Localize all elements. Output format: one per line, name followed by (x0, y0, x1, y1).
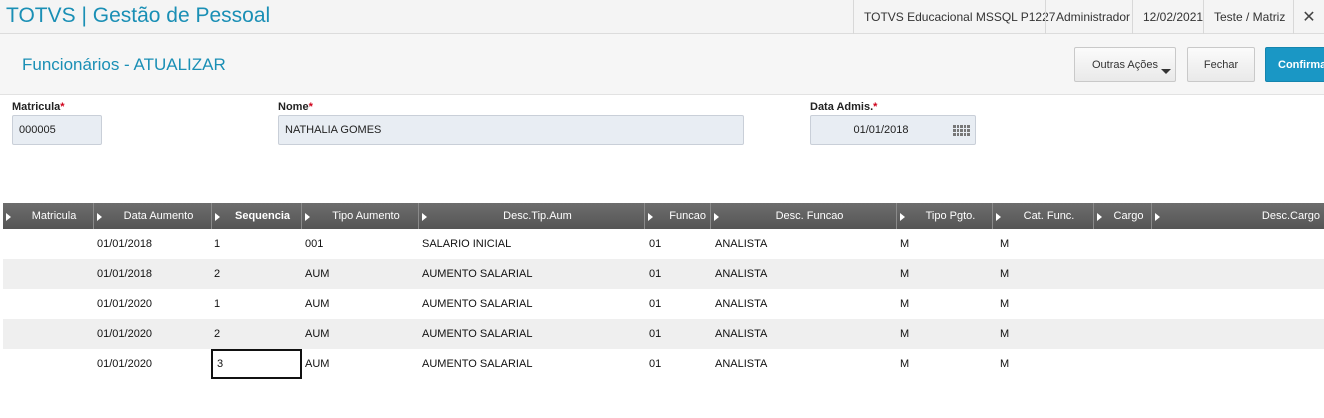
cell-funcao[interactable]: 01 (649, 349, 661, 379)
page-title: Funcionários - ATUALIZAR (22, 55, 226, 74)
confirm-button[interactable]: Confirmar (1265, 47, 1324, 82)
cell-desc-tip-aum[interactable]: SALARIO INICIAL (422, 229, 511, 259)
cell-tipo-aumento[interactable]: AUM (305, 259, 329, 289)
table-row[interactable]: 01/01/2020 2 AUM AUMENTO SALARIAL 01 ANA… (3, 319, 1324, 349)
cell-funcao[interactable]: 01 (649, 259, 661, 289)
data-admis-field[interactable]: 01/01/2018 (810, 115, 976, 145)
cell-data-aumento[interactable]: 01/01/2020 (97, 319, 152, 349)
sort-arrow-icon (714, 213, 719, 221)
cell-sequencia[interactable]: 2 (214, 259, 220, 289)
table-row[interactable]: 01/01/2018 1 001 SALARIO INICIAL 01 ANAL… (3, 229, 1324, 259)
sort-arrow-icon (422, 213, 427, 221)
sort-arrow-icon (648, 213, 653, 221)
cell-desc-funcao[interactable]: ANALISTA (715, 289, 767, 319)
cell-desc-funcao[interactable]: ANALISTA (715, 229, 767, 259)
cell-tipo-aumento[interactable]: AUM (305, 289, 329, 319)
cell-sequencia[interactable]: 1 (214, 229, 220, 259)
cell-tipo-pgto[interactable]: M (900, 229, 909, 259)
data-admis-label: Data Admis.* (810, 101, 878, 113)
date-label[interactable]: 12/02/2021 (1132, 0, 1203, 34)
column-header-tipo-aumento[interactable]: Tipo Aumento (302, 203, 419, 229)
cell-desc-tip-aum[interactable]: AUMENTO SALARIAL (422, 349, 532, 379)
cell-desc-funcao[interactable]: ANALISTA (715, 319, 767, 349)
cell-tipo-aumento[interactable]: 001 (305, 229, 323, 259)
cell-tipo-aumento[interactable]: AUM (305, 319, 329, 349)
sort-arrow-icon (996, 213, 1001, 221)
cell-tipo-pgto[interactable]: M (900, 289, 909, 319)
sort-arrow-icon (6, 213, 11, 221)
cell-cat-func[interactable]: M (1000, 349, 1009, 379)
cell-sequencia-editor[interactable]: 3 (211, 349, 302, 379)
cell-data-aumento[interactable]: 01/01/2020 (97, 349, 152, 379)
cell-desc-funcao[interactable]: ANALISTA (715, 349, 767, 379)
sort-arrow-icon (305, 213, 310, 221)
column-header-funcao[interactable]: Funcao (645, 203, 711, 229)
cell-cat-func[interactable]: M (1000, 259, 1009, 289)
close-button[interactable]: Fechar (1187, 47, 1255, 82)
more-actions-button[interactable]: Outras Ações (1074, 47, 1176, 82)
cell-desc-tip-aum[interactable]: AUMENTO SALARIAL (422, 319, 532, 349)
sort-arrow-icon (97, 213, 102, 221)
matricula-label: Matricula* (12, 101, 65, 113)
data-admis-value: 01/01/2018 (853, 124, 909, 136)
cell-cat-func[interactable]: M (1000, 289, 1009, 319)
cell-funcao[interactable]: 01 (649, 289, 661, 319)
cell-tipo-pgto[interactable]: M (900, 259, 909, 289)
cell-data-aumento[interactable]: 01/01/2018 (97, 259, 152, 289)
column-header-desc-cargo[interactable]: Desc.Cargo (1152, 203, 1324, 229)
user-label[interactable]: Administrador (1045, 0, 1132, 34)
sort-arrow-icon (1097, 213, 1102, 221)
branch-label[interactable]: Teste / Matriz (1203, 0, 1293, 34)
column-header-matricula[interactable]: Matricula (3, 203, 94, 229)
more-actions-label: Outras Ações (1091, 58, 1159, 71)
table-row[interactable]: 01/01/2020 1 AUM AUMENTO SALARIAL 01 ANA… (3, 289, 1324, 319)
cell-desc-funcao[interactable]: ANALISTA (715, 259, 767, 289)
cell-desc-tip-aum[interactable]: AUMENTO SALARIAL (422, 289, 532, 319)
cell-data-aumento[interactable]: 01/01/2020 (97, 289, 152, 319)
top-bar: TOTVS | Gestão de Pessoal TOTVS Educacio… (0, 0, 1324, 34)
cell-sequencia[interactable]: 1 (214, 289, 220, 319)
cell-funcao[interactable]: 01 (649, 319, 661, 349)
chevron-down-icon (1161, 69, 1171, 74)
cell-cat-func[interactable]: M (1000, 319, 1009, 349)
cell-tipo-pgto[interactable]: M (900, 319, 909, 349)
column-header-desc-funcao[interactable]: Desc. Funcao (711, 203, 897, 229)
calendar-icon[interactable] (953, 125, 970, 136)
cell-cat-func[interactable]: M (1000, 229, 1009, 259)
column-header-tipo-pgto[interactable]: Tipo Pgto. (897, 203, 993, 229)
cell-funcao[interactable]: 01 (649, 229, 661, 259)
matricula-field[interactable]: 000005 (12, 115, 102, 145)
column-header-data-aumento[interactable]: Data Aumento (94, 203, 212, 229)
sort-arrow-icon (215, 213, 220, 221)
grid-header: Matricula Data Aumento Sequencia Tipo Au… (3, 203, 1324, 229)
data-grid[interactable]: Matricula Data Aumento Sequencia Tipo Au… (3, 203, 1324, 418)
page-header: Funcionários - ATUALIZAR Outras Ações Fe… (0, 34, 1324, 95)
cell-tipo-pgto[interactable]: M (900, 349, 909, 379)
cell-data-aumento[interactable]: 01/01/2018 (97, 229, 152, 259)
cell-tipo-aumento[interactable]: AUM (305, 349, 329, 379)
column-header-sequencia[interactable]: Sequencia (212, 203, 302, 229)
cell-sequencia[interactable]: 2 (214, 319, 220, 349)
column-header-desc-tip-aum[interactable]: Desc.Tip.Aum (419, 203, 645, 229)
sort-arrow-icon (900, 213, 905, 221)
nome-field[interactable]: NATHALIA GOMES (278, 115, 744, 145)
table-row[interactable]: 01/01/2020 3 AUM AUMENTO SALARIAL 01 ANA… (3, 349, 1324, 379)
close-icon[interactable]: ✕ (1293, 0, 1324, 34)
environment-label: TOTVS Educacional MSSQL P1227 (853, 0, 1055, 34)
cell-desc-tip-aum[interactable]: AUMENTO SALARIAL (422, 259, 532, 289)
column-header-cat-func[interactable]: Cat. Func. (993, 203, 1094, 229)
nome-label: Nome* (278, 101, 313, 113)
app-title: TOTVS | Gestão de Pessoal (6, 4, 271, 27)
table-row[interactable]: 01/01/2018 2 AUM AUMENTO SALARIAL 01 ANA… (3, 259, 1324, 289)
sort-arrow-icon (1155, 213, 1160, 221)
column-header-cargo[interactable]: Cargo (1094, 203, 1152, 229)
